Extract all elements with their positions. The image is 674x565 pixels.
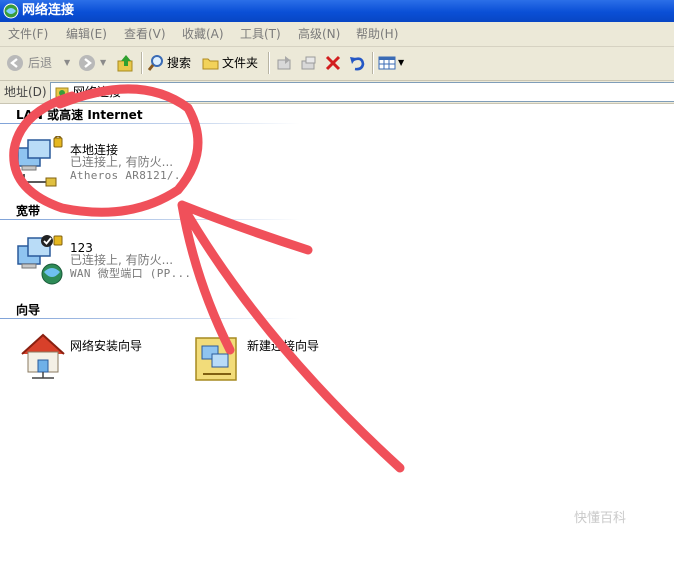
views-grid-icon — [378, 56, 396, 70]
group-header-broadband: 宽带 — [16, 204, 41, 218]
network-connections-icon — [3, 3, 19, 19]
address-value: 网络连接 — [73, 85, 122, 99]
toolbar-separator — [268, 52, 270, 74]
connection-device: WAN 微型端口 (PP... — [70, 267, 192, 280]
search-button[interactable]: 搜索 — [147, 53, 197, 73]
delete-x-icon — [325, 55, 341, 71]
forward-arrow-icon — [79, 55, 95, 71]
undo-icon — [350, 57, 365, 71]
delete-button[interactable] — [324, 53, 344, 73]
up-folder-icon — [117, 55, 133, 72]
up-folder-button[interactable] — [116, 53, 138, 73]
chevron-down-icon: ▼ — [398, 58, 405, 67]
lan-connection-icon — [17, 136, 63, 187]
chevron-down-icon: ▼ — [100, 58, 107, 67]
group-divider — [0, 219, 300, 220]
address-input[interactable]: 网络连接 — [50, 82, 674, 102]
new-connection-wizard-icon — [195, 337, 237, 381]
toolbar-separator — [141, 52, 143, 74]
address-bar: 地址(D) 网络连接 — [0, 81, 674, 104]
copy-to-folder-icon — [301, 56, 316, 70]
group-divider — [0, 123, 300, 124]
menu-help[interactable]: 帮助(H) — [356, 27, 398, 41]
broadband-connection-icon — [17, 235, 63, 285]
search-icon — [147, 55, 163, 71]
menu-bar: 文件(F) 编辑(E) 查看(V) 收藏(A) 工具(T) 高级(N) 帮助(H… — [0, 22, 674, 47]
move-to-folder-icon — [277, 56, 291, 70]
connection-status: 已连接上, 有防火... — [70, 155, 174, 169]
connection-item-123[interactable]: 123 已连接上, 有防火... WAN 微型端口 (PP... — [14, 234, 254, 286]
menu-tools[interactable]: 工具(T) — [240, 27, 281, 41]
window-title: 网络连接 — [22, 3, 75, 18]
back-arrow-icon — [7, 55, 23, 71]
connection-status: 已连接上, 有防火... — [70, 253, 174, 267]
connection-device: Atheros AR8121/... — [70, 169, 195, 182]
group-header-wizards: 向导 — [16, 303, 41, 317]
address-label: 地址(D) — [4, 85, 47, 99]
wizard-name: 网络安装向导 — [70, 339, 143, 353]
folders-button[interactable]: 文件夹 — [202, 53, 264, 73]
title-bar: 网络连接 — [0, 0, 674, 22]
folders-label: 文件夹 — [222, 56, 259, 70]
menu-advanced[interactable]: 高级(N) — [298, 27, 340, 41]
menu-edit[interactable]: 编辑(E) — [66, 27, 107, 41]
new-connection-wizard[interactable]: 新建连接向导 — [193, 330, 353, 382]
toolbar-separator — [372, 52, 374, 74]
menu-view[interactable]: 查看(V) — [124, 27, 166, 41]
folder-icon — [202, 58, 219, 70]
group-header-lan: LAN 或高速 Internet — [16, 108, 143, 122]
connection-item-local[interactable]: 本地连接 已连接上, 有防火... Atheros AR8121/... — [14, 136, 254, 188]
search-label: 搜索 — [167, 56, 192, 70]
menu-favorites[interactable]: 收藏(A) — [182, 27, 224, 41]
network-setup-wizard[interactable]: 网络安装向导 — [14, 330, 174, 382]
chevron-down-icon: ▼ — [64, 58, 71, 67]
menu-file[interactable]: 文件(F) — [8, 27, 48, 41]
wizard-name: 新建连接向导 — [247, 339, 320, 353]
watermark: 快懂百科 — [574, 511, 627, 526]
home-network-icon — [21, 333, 65, 379]
copy-to-button[interactable] — [300, 53, 320, 73]
group-divider — [0, 318, 300, 319]
undo-button[interactable] — [348, 53, 368, 73]
forward-button[interactable]: ▼ — [78, 53, 110, 73]
network-folder-icon — [55, 87, 69, 98]
views-button[interactable]: ▼ — [378, 53, 406, 73]
toolbar: 后退 ▼ ▼ 搜索 文件夹 ▼ — [0, 47, 674, 81]
back-label: 后退 — [28, 56, 53, 70]
move-to-button[interactable] — [276, 53, 296, 73]
back-button[interactable]: 后退 ▼ — [6, 53, 72, 73]
